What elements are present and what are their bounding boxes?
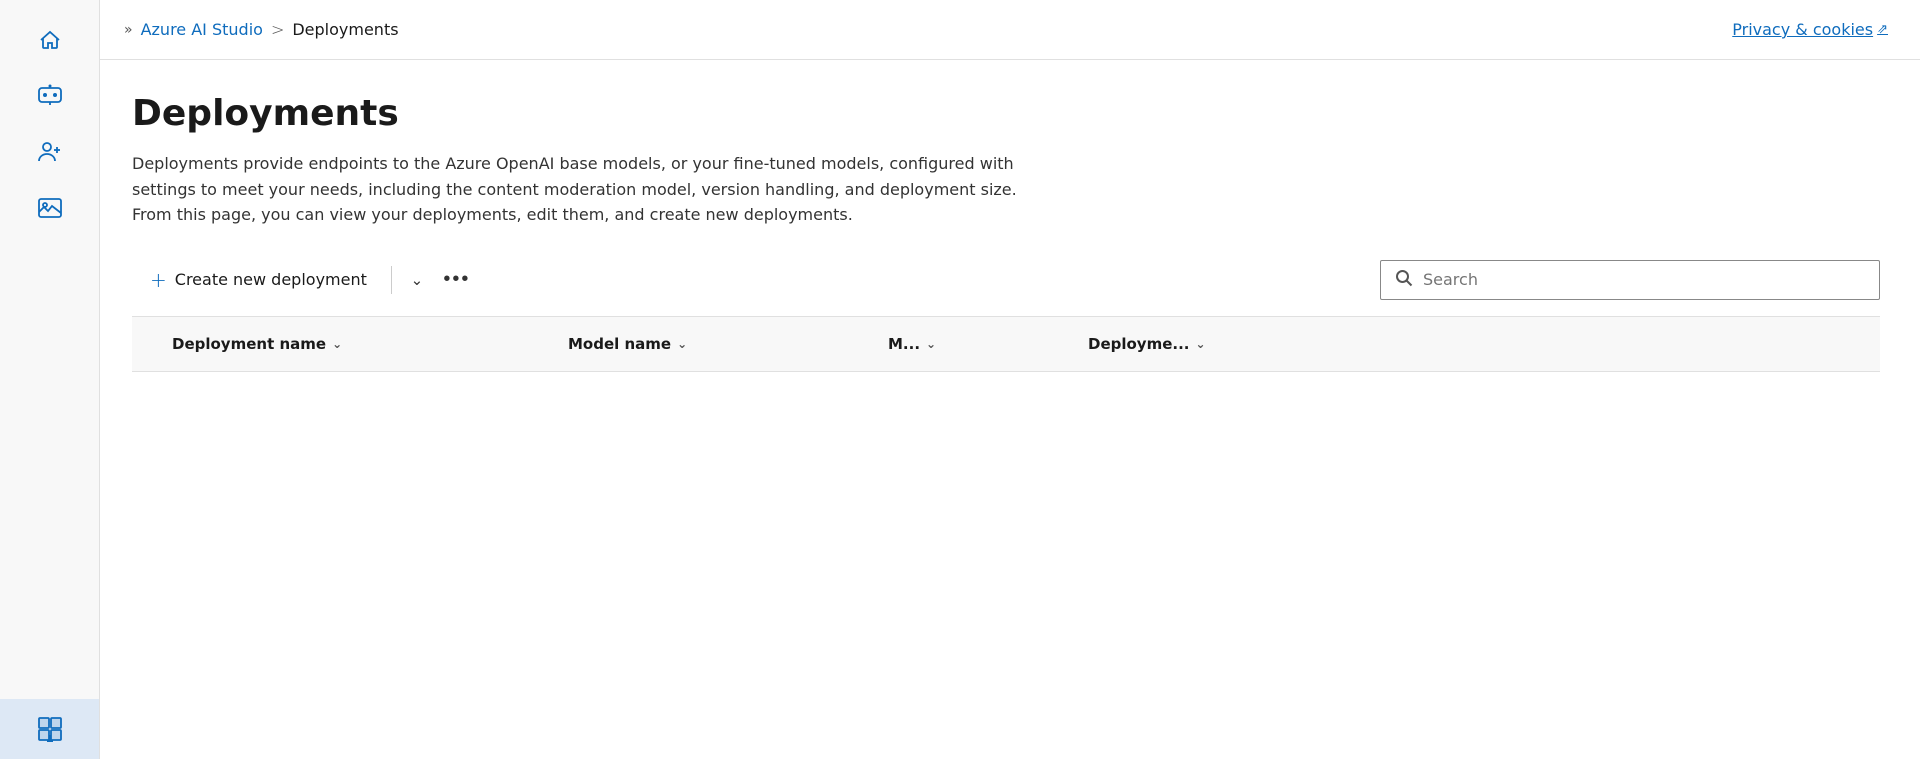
privacy-label: Privacy & cookies — [1732, 20, 1873, 39]
main-content: » Azure AI Studio > Deployments Privacy … — [100, 0, 1920, 759]
sort-icon-model-name: ⌄ — [677, 337, 687, 351]
page-description: Deployments provide endpoints to the Azu… — [132, 151, 1032, 228]
col-header-model-name: Model name ⌄ — [552, 335, 872, 353]
sidebar — [0, 0, 100, 759]
deployme-label: Deployme... — [1088, 335, 1189, 353]
breadcrumb-bar: » Azure AI Studio > Deployments Privacy … — [100, 0, 1920, 60]
sort-icon-m: ⌄ — [926, 337, 936, 351]
sidebar-item-gallery[interactable] — [0, 180, 99, 236]
sort-deployme-button[interactable]: Deployme... ⌄ — [1088, 335, 1880, 353]
sidebar-item-deployments[interactable] — [0, 699, 99, 759]
create-dropdown-button[interactable]: ⌄ — [398, 261, 436, 299]
chevron-down-icon: ⌄ — [411, 271, 424, 289]
col-header-deployme: Deployme... ⌄ — [1072, 335, 1880, 353]
m-label: M... — [888, 335, 920, 353]
search-box — [1380, 260, 1880, 300]
col-header-m: M... ⌄ — [872, 335, 1072, 353]
search-icon — [1395, 269, 1413, 291]
model-name-label: Model name — [568, 335, 671, 353]
deployments-icon — [36, 715, 64, 743]
more-options-button[interactable]: ••• — [436, 261, 478, 299]
gallery-icon — [36, 194, 64, 222]
sort-model-name-button[interactable]: Model name ⌄ — [568, 335, 872, 353]
plus-icon: + — [150, 270, 167, 290]
privacy-cookies-link[interactable]: Privacy & cookies ⇗ — [1732, 20, 1888, 39]
page-title: Deployments — [132, 92, 1880, 135]
breadcrumb-current: Deployments — [292, 20, 398, 39]
external-link-icon: ⇗ — [1877, 22, 1888, 37]
sidebar-item-home[interactable] — [0, 12, 99, 68]
sidebar-item-chat[interactable] — [0, 68, 99, 124]
page-body: Deployments Deployments provide endpoint… — [100, 60, 1920, 759]
toolbar: + Create new deployment ⌄ ••• — [132, 260, 1880, 316]
toolbar-divider — [391, 266, 392, 294]
breadcrumb: » Azure AI Studio > Deployments — [124, 20, 399, 39]
deployment-name-label: Deployment name — [172, 335, 326, 353]
create-deployment-button[interactable]: + Create new deployment — [132, 260, 385, 300]
users-plus-icon — [36, 138, 64, 166]
ellipsis-icon: ••• — [443, 268, 470, 291]
chat-bot-icon — [36, 82, 64, 110]
col-header-deployment-name: Deployment name ⌄ — [132, 335, 552, 353]
sidebar-item-users[interactable] — [0, 124, 99, 180]
breadcrumb-separator: > — [271, 20, 284, 39]
sort-icon-deployment-name: ⌄ — [332, 337, 342, 351]
home-icon — [36, 26, 64, 54]
sort-deployment-name-button[interactable]: Deployment name ⌄ — [172, 335, 552, 353]
breadcrumb-parent-link[interactable]: Azure AI Studio — [141, 20, 263, 39]
expand-icon[interactable]: » — [124, 22, 133, 38]
sort-icon-deployme: ⌄ — [1195, 337, 1205, 351]
search-input[interactable] — [1423, 270, 1865, 289]
create-deployment-label: Create new deployment — [175, 270, 367, 289]
sort-m-button[interactable]: M... ⌄ — [888, 335, 1072, 353]
table-header: Deployment name ⌄ Model name ⌄ M... ⌄ De… — [132, 316, 1880, 372]
